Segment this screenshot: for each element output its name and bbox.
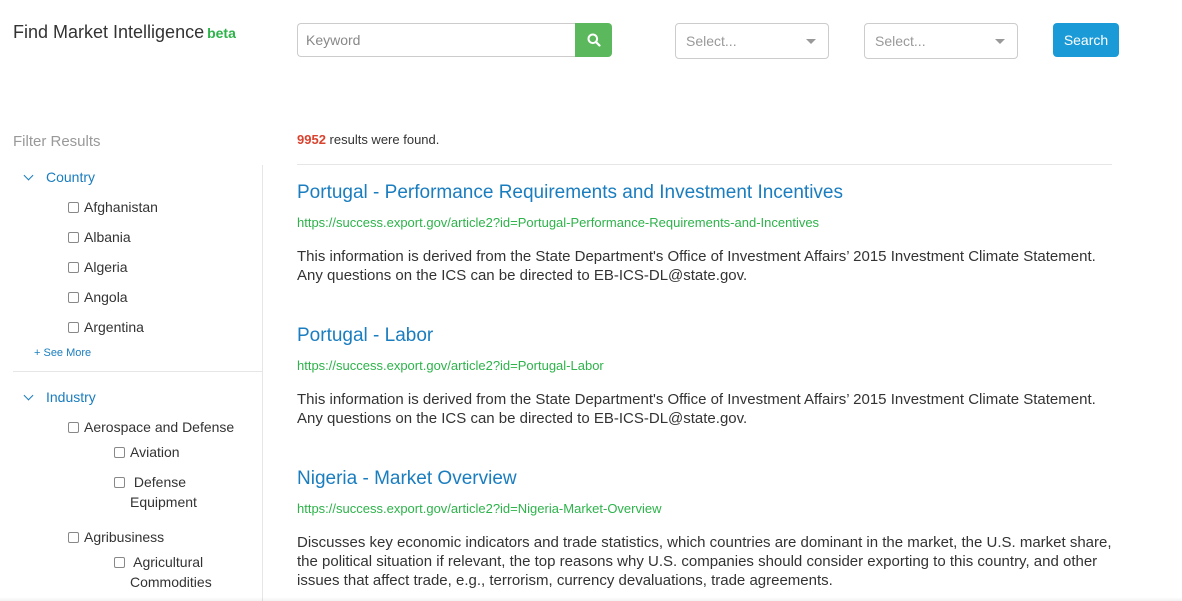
industry-option-aerospace-and-defense[interactable]: Aerospace and Defense [68, 417, 234, 437]
filter-sidebar: Country Afghanistan Albania Algeria Ango… [13, 165, 263, 601]
country-option-argentina[interactable]: Argentina [68, 317, 144, 337]
checkbox[interactable] [68, 202, 79, 213]
industry-option-label: Defense Equipment [130, 474, 197, 510]
country-option-label: Algeria [84, 259, 128, 275]
divider [13, 371, 262, 372]
result-title-link[interactable]: Nigeria - Market Overview [297, 467, 1117, 491]
result-url-link[interactable]: https://success.export.gov/article2?id=P… [297, 358, 1117, 374]
result-url-link[interactable]: https://success.export.gov/article2?id=P… [297, 215, 1117, 231]
result-url-link[interactable]: https://success.export.gov/article2?id=N… [297, 501, 1117, 517]
country-option-algeria[interactable]: Algeria [68, 257, 128, 277]
result-description: This information is derived from the Sta… [297, 391, 1096, 427]
search-icon [587, 33, 601, 47]
country-option-label: Albania [84, 229, 131, 245]
app-title-text: Find Market Intelligence [13, 22, 205, 42]
industry-option-agribusiness[interactable]: Agribusiness [68, 527, 164, 547]
keyword-search-button[interactable] [575, 23, 612, 57]
facet-industry-toggle[interactable]: Industry [23, 389, 96, 405]
country-option-albania[interactable]: Albania [68, 227, 131, 247]
checkbox[interactable] [68, 292, 79, 303]
country-select-value: Select... [686, 33, 737, 49]
result-item: Portugal - Performance Requirements and … [297, 181, 1117, 285]
caret-down-icon [995, 39, 1005, 44]
country-option-afghanistan[interactable]: Afghanistan [68, 197, 158, 217]
app-title: Find Market Intelligence beta [13, 22, 236, 43]
facet-industry-label: Industry [46, 389, 96, 405]
industry-option-label: Aviation [130, 444, 180, 460]
country-option-label: Afghanistan [84, 199, 158, 215]
industry-option-aviation[interactable]: Aviation [114, 442, 180, 462]
checkbox[interactable] [114, 557, 125, 568]
result-description: Discusses key economic indicators and tr… [297, 534, 1112, 589]
beta-badge: beta [207, 25, 236, 41]
keyword-search [297, 23, 612, 57]
result-title-link[interactable]: Portugal - Labor [297, 324, 1117, 348]
see-more-link[interactable]: + See More [34, 347, 91, 359]
facet-country-toggle[interactable]: Country [23, 169, 96, 185]
industry-option-label: Aerospace and Defense [84, 419, 235, 435]
caret-down-icon [806, 39, 816, 44]
results-count-text: results were found. [325, 132, 440, 147]
results-count-number: 9952 [297, 132, 326, 147]
industry-select[interactable]: Select... [864, 23, 1018, 59]
facet-country-label: Country [46, 169, 96, 185]
industry-option-label: Agribusiness [84, 529, 165, 545]
country-option-label: Angola [84, 289, 128, 305]
checkbox[interactable] [68, 232, 79, 243]
industry-option-agricultural-commodities[interactable]: Agricultural Commodities [114, 552, 224, 592]
country-option-label: Argentina [84, 319, 144, 335]
bottom-shadow [0, 597, 1182, 601]
result-item: Nigeria - Market Overview https://succes… [297, 467, 1117, 590]
checkbox[interactable] [68, 322, 79, 333]
result-item: Portugal - Labor https://success.export.… [297, 324, 1117, 428]
industry-option-label: Agricultural Commodities [130, 554, 212, 590]
chevron-down-icon [23, 170, 34, 180]
search-button[interactable]: Search [1053, 23, 1119, 57]
checkbox[interactable] [68, 422, 79, 433]
keyword-input[interactable] [297, 23, 575, 57]
checkbox[interactable] [114, 447, 125, 458]
checkbox[interactable] [114, 477, 125, 488]
industry-option-defense-equipment[interactable]: Defense Equipment [114, 472, 224, 512]
country-option-angola[interactable]: Angola [68, 287, 128, 307]
checkbox[interactable] [68, 262, 79, 273]
industry-select-value: Select... [875, 33, 926, 49]
filter-results-heading: Filter Results [13, 133, 101, 150]
results-count: 9952 results were found. [297, 132, 439, 147]
country-select[interactable]: Select... [675, 23, 829, 59]
divider [297, 164, 1112, 165]
result-title-link[interactable]: Portugal - Performance Requirements and … [297, 181, 1117, 205]
checkbox[interactable] [68, 532, 79, 543]
result-description: This information is derived from the Sta… [297, 248, 1096, 284]
chevron-down-icon [23, 390, 34, 400]
